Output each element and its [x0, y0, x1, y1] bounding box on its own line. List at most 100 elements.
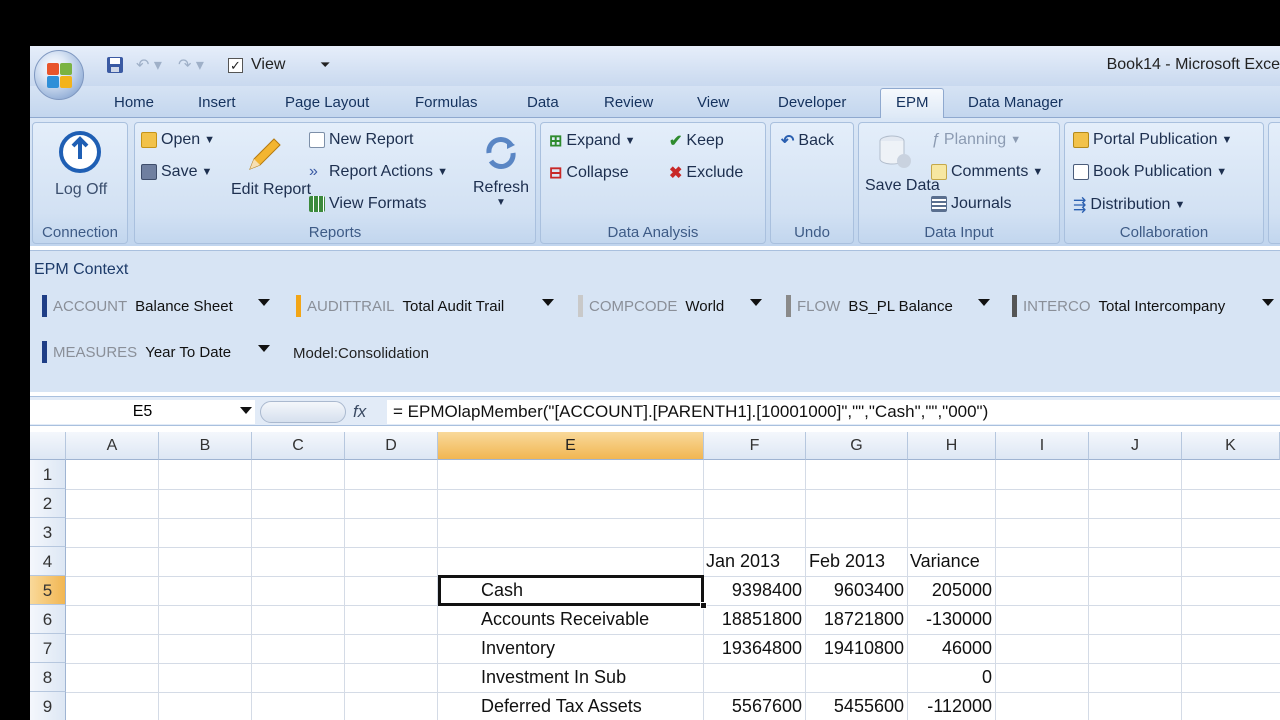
- cell-g9[interactable]: 5455600: [806, 692, 904, 720]
- save-data-button[interactable]: Save Data: [865, 131, 940, 195]
- excel-window: ↶ ▾ ↷ ▾ ✓ View ⏷ Book14 - Microsoft Exce…: [30, 46, 1280, 720]
- tab-home[interactable]: Home: [114, 94, 154, 111]
- cell-e9[interactable]: Deferred Tax Assets: [481, 692, 642, 720]
- comments-button[interactable]: Comments ▼: [931, 163, 1043, 181]
- planning-button[interactable]: ƒ Planning ▼: [931, 131, 1021, 149]
- column-header[interactable]: H: [908, 432, 996, 460]
- cell-f7[interactable]: 19364800: [704, 634, 802, 663]
- fill-handle[interactable]: [700, 602, 707, 609]
- row-header[interactable]: 3: [30, 518, 66, 547]
- tab-formulas[interactable]: Formulas: [415, 94, 478, 111]
- tab-data-manager[interactable]: Data Manager: [968, 94, 1063, 111]
- redo-icon[interactable]: ↷ ▾: [178, 54, 204, 76]
- worksheet-grid[interactable]: A B C D E F G H I J K 1 2 3 4 5 6 7 8 9 …: [30, 432, 1280, 720]
- open-button[interactable]: Open ▼: [141, 131, 215, 149]
- cell-f4[interactable]: Jan 2013: [706, 547, 780, 576]
- column-header[interactable]: A: [66, 432, 159, 460]
- save-report-button[interactable]: Save ▼: [141, 163, 212, 181]
- dropdown-flow[interactable]: FLOW BS_PL Balance: [786, 293, 994, 319]
- back-button[interactable]: ↶ Back: [781, 131, 834, 151]
- cell-h9[interactable]: -112000: [908, 692, 992, 720]
- cell-g7[interactable]: 19410800: [806, 634, 904, 663]
- row-header[interactable]: 4: [30, 547, 66, 576]
- cell-h7[interactable]: 46000: [908, 634, 992, 663]
- cell-h5[interactable]: 205000: [908, 576, 992, 605]
- new-report-button[interactable]: New Report: [309, 131, 413, 149]
- row-header[interactable]: 8: [30, 663, 66, 692]
- cell-e8[interactable]: Investment In Sub: [481, 663, 626, 692]
- book-publication-icon: [1073, 164, 1089, 180]
- undo-icon[interactable]: ↶ ▾: [136, 54, 162, 76]
- portal-publication-icon: [1073, 132, 1089, 148]
- chevron-down-icon[interactable]: [240, 407, 252, 414]
- view-checkbox[interactable]: ✓ View: [228, 54, 285, 76]
- group-data-input: Save Data ƒ Planning ▼ Comments ▼ Journals…: [858, 122, 1060, 244]
- row-header[interactable]: 1: [30, 460, 66, 489]
- journals-button[interactable]: Journals: [931, 195, 1011, 213]
- formula-input[interactable]: = EPMOlapMember("[ACCOUNT].[PARENTH1].[1…: [387, 400, 1280, 424]
- cell-h4[interactable]: Variance: [910, 547, 980, 576]
- column-header-selected[interactable]: E: [438, 432, 704, 460]
- cell-f5[interactable]: 9398400: [704, 576, 802, 605]
- tab-data[interactable]: Data: [527, 94, 559, 111]
- row-header-selected[interactable]: 5: [30, 576, 66, 605]
- tab-view[interactable]: View: [697, 94, 729, 111]
- cell-e7[interactable]: Inventory: [481, 634, 555, 663]
- cell-f8[interactable]: [704, 663, 802, 692]
- column-header[interactable]: C: [252, 432, 345, 460]
- edit-report-button[interactable]: Edit Report: [231, 133, 311, 199]
- dropdown-audittrail[interactable]: AUDITTRAIL Total Audit Trail: [296, 293, 558, 319]
- collapse-button[interactable]: ⊟ Collapse: [549, 163, 629, 183]
- cell-h8[interactable]: 0: [908, 663, 992, 692]
- cell-g5[interactable]: 9603400: [806, 576, 904, 605]
- portal-publication-label: Portal Publication: [1093, 131, 1218, 148]
- row-header[interactable]: 2: [30, 489, 66, 518]
- distribution-button[interactable]: ⇶ Distribution ▼: [1073, 195, 1185, 215]
- row-header[interactable]: 9: [30, 692, 66, 720]
- title-bar: ↶ ▾ ↷ ▾ ✓ View ⏷ Book14 - Microsoft Exce: [30, 46, 1280, 86]
- tab-developer[interactable]: Developer: [778, 94, 846, 111]
- tab-insert[interactable]: Insert: [198, 94, 236, 111]
- exclude-button[interactable]: ✖ Exclude: [669, 163, 743, 183]
- row-header[interactable]: 7: [30, 634, 66, 663]
- select-all-corner[interactable]: [30, 432, 66, 460]
- save-icon[interactable]: [106, 54, 124, 76]
- dropdown-measures[interactable]: MEASURES Year To Date: [42, 339, 274, 365]
- view-formats-button[interactable]: View Formats: [309, 195, 427, 213]
- expand-button[interactable]: ⊞ Expand ▼: [549, 131, 636, 151]
- column-header[interactable]: F: [704, 432, 806, 460]
- double-chevron-icon: »: [309, 163, 318, 180]
- portal-publication-button[interactable]: Portal Publication ▼: [1073, 131, 1232, 149]
- insert-function-icon[interactable]: fx: [353, 402, 366, 422]
- column-header[interactable]: D: [345, 432, 438, 460]
- dropdown-account[interactable]: ACCOUNT Balance Sheet: [42, 293, 274, 319]
- cell-g6[interactable]: 18721800: [806, 605, 904, 634]
- report-actions-label: Report Actions: [329, 163, 434, 180]
- tab-epm[interactable]: EPM: [896, 94, 929, 111]
- name-box[interactable]: E5: [30, 400, 255, 424]
- cell-g8[interactable]: [806, 663, 904, 692]
- cell-f9[interactable]: 5567600: [704, 692, 802, 720]
- tab-review[interactable]: Review: [604, 94, 653, 111]
- formula-bar-splitter[interactable]: [260, 401, 346, 423]
- column-header[interactable]: I: [996, 432, 1089, 460]
- report-actions-button[interactable]: » Report Actions ▼: [309, 163, 448, 181]
- dropdown-interco[interactable]: INTERCO Total Intercompany: [1012, 293, 1278, 319]
- tab-page-layout[interactable]: Page Layout: [285, 94, 369, 111]
- row-header[interactable]: 6: [30, 605, 66, 634]
- column-header[interactable]: G: [806, 432, 908, 460]
- refresh-button[interactable]: Refresh ▼: [469, 133, 533, 208]
- cell-h6[interactable]: -130000: [908, 605, 992, 634]
- column-header[interactable]: B: [159, 432, 252, 460]
- column-header[interactable]: J: [1089, 432, 1182, 460]
- column-header[interactable]: K: [1182, 432, 1280, 460]
- cell-g4[interactable]: Feb 2013: [809, 547, 885, 576]
- office-button[interactable]: [34, 50, 84, 100]
- keep-button[interactable]: ✔ Keep: [669, 131, 724, 151]
- book-publication-button[interactable]: Book Publication ▼: [1073, 163, 1227, 181]
- cell-f6[interactable]: 18851800: [704, 605, 802, 634]
- customize-qat-icon[interactable]: ⏷: [320, 54, 330, 76]
- dropdown-compcode[interactable]: COMPCODE World: [578, 293, 766, 319]
- log-off-button[interactable]: Log Off: [55, 129, 107, 199]
- cell-e6[interactable]: Accounts Receivable: [481, 605, 649, 634]
